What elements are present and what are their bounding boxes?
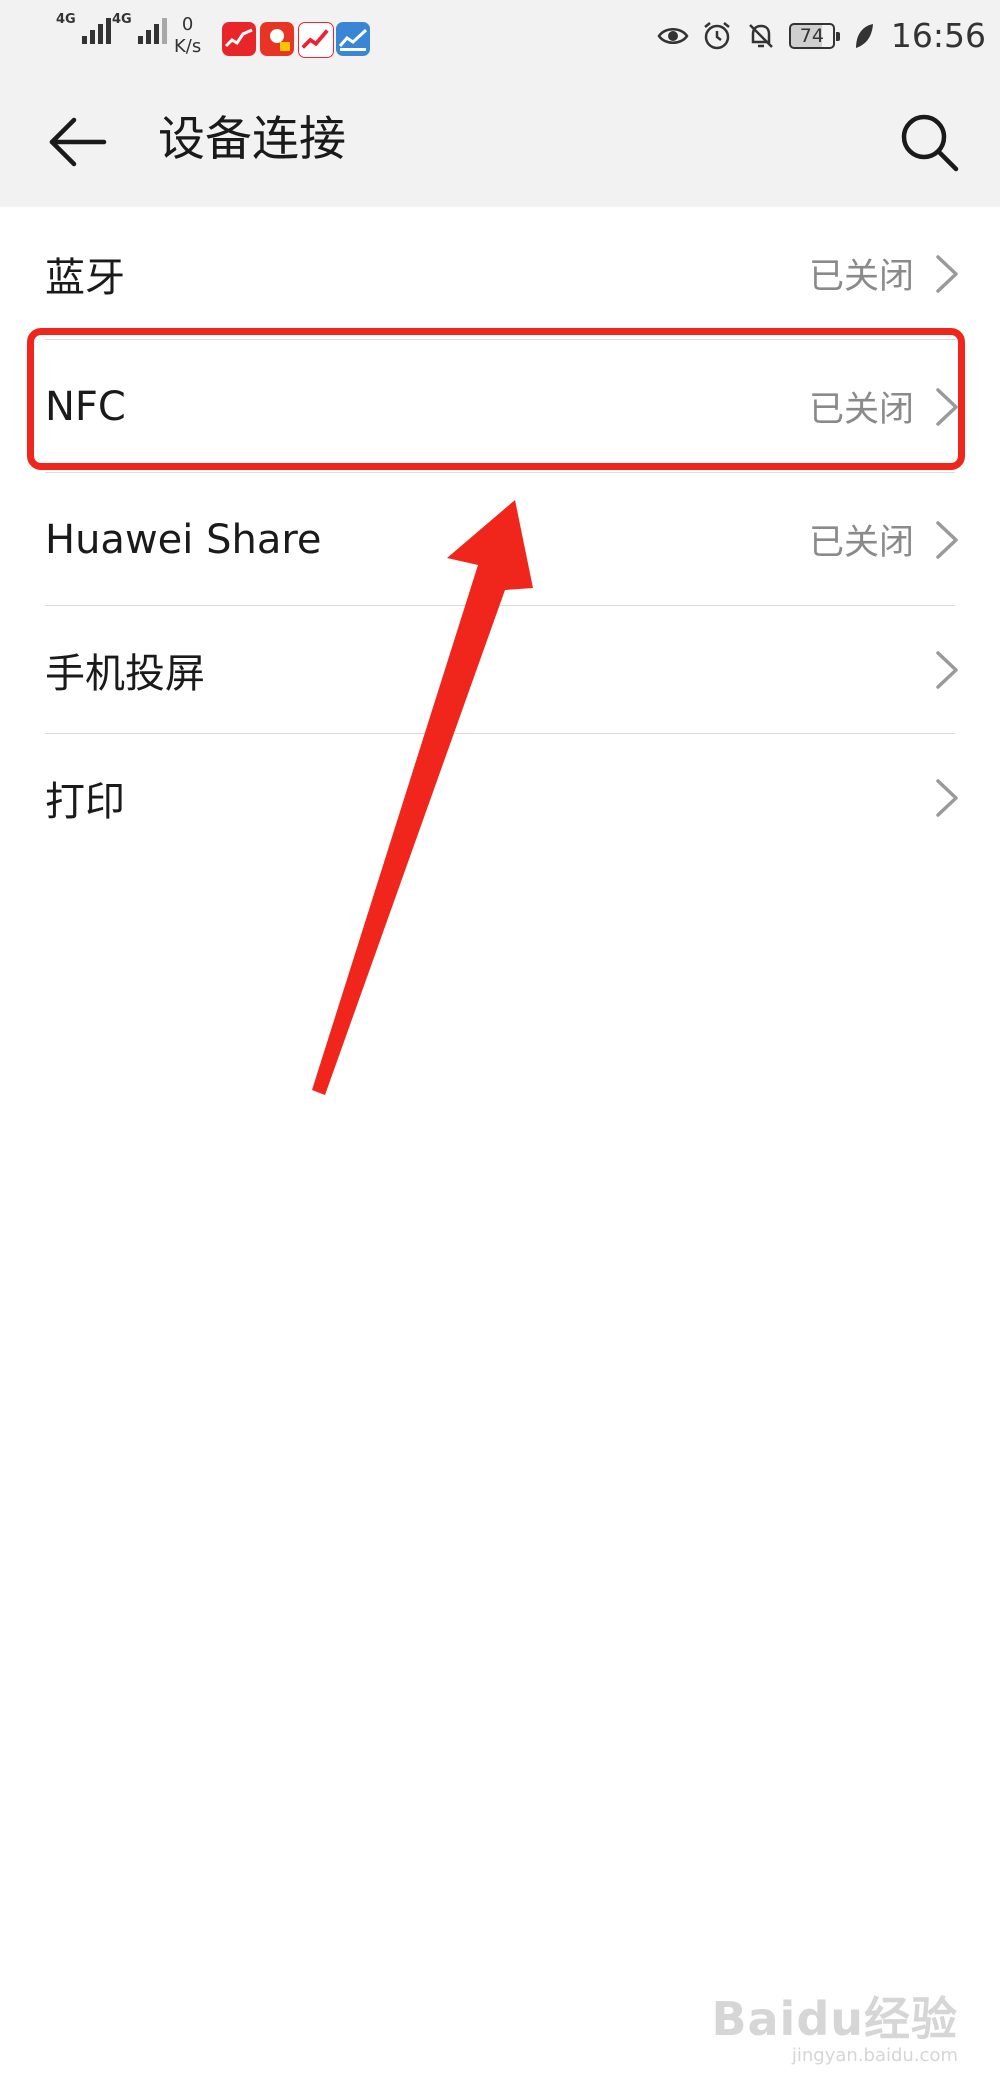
chevron-right-icon bbox=[936, 255, 958, 293]
item-label-screen-projection: 手机投屏 bbox=[45, 651, 205, 697]
leaf-icon bbox=[855, 23, 873, 48]
item-label-huawei-share: Huawei Share bbox=[45, 516, 322, 563]
signal-4g-2-icon: 4G bbox=[112, 13, 167, 44]
chevron-right-icon bbox=[936, 521, 958, 559]
network-type-1: 4G bbox=[56, 12, 76, 27]
app-icon-chart-blue bbox=[336, 22, 370, 56]
item-status-huawei-share: 已关闭 bbox=[808, 523, 914, 563]
signal-4g-1-icon: 4G bbox=[56, 13, 111, 44]
eye-icon bbox=[657, 27, 689, 44]
list-item-screen-projection[interactable]: 手机投屏 bbox=[0, 606, 1000, 734]
watermark-main: Baidu经验 bbox=[711, 1992, 958, 2046]
network-type-2: 4G bbox=[112, 12, 132, 27]
item-label-bluetooth: 蓝牙 bbox=[45, 254, 125, 301]
app-icon-news-red bbox=[260, 22, 294, 56]
status-icons-right: 74 16:56 bbox=[657, 16, 986, 55]
bell-off-icon bbox=[749, 23, 773, 48]
connection-settings-list: 蓝牙 已关闭 NFC 已关闭 Huawei Share 已关闭 手机投屏 打印 bbox=[0, 207, 1000, 862]
app-icon-trend-red bbox=[298, 22, 334, 58]
status-bar: 4G 4G 0 K/s 74 16:56 bbox=[0, 0, 1000, 76]
status-time: 16:56 bbox=[890, 16, 986, 55]
item-label-print: 打印 bbox=[45, 779, 125, 825]
chevron-right-icon bbox=[936, 779, 958, 817]
page-title: 设备连接 bbox=[158, 112, 346, 167]
item-status-bluetooth: 已关闭 bbox=[808, 257, 914, 297]
back-button[interactable] bbox=[44, 106, 116, 178]
search-button[interactable] bbox=[896, 109, 962, 175]
battery-level: 74 bbox=[799, 24, 824, 47]
search-icon bbox=[901, 114, 959, 172]
net-speed-unit: K/s bbox=[174, 36, 202, 57]
chevron-right-icon bbox=[936, 651, 958, 689]
arrow-left-icon bbox=[49, 117, 107, 167]
list-item-huawei-share[interactable]: Huawei Share 已关闭 bbox=[0, 473, 1000, 606]
app-icon-stock-red bbox=[222, 22, 256, 56]
battery-icon: 74 bbox=[788, 22, 840, 49]
net-speed: 0 K/s bbox=[174, 14, 201, 58]
list-item-bluetooth[interactable]: 蓝牙 已关闭 bbox=[0, 207, 1000, 340]
net-speed-value: 0 bbox=[181, 14, 194, 35]
title-bar: 设备连接 bbox=[0, 76, 1000, 207]
highlight-box-nfc bbox=[27, 328, 965, 470]
alarm-icon bbox=[704, 21, 730, 49]
list-item-print[interactable]: 打印 bbox=[0, 734, 1000, 862]
watermark-logo: Baidu经验 jingyan.baidu.com bbox=[711, 1983, 958, 2066]
